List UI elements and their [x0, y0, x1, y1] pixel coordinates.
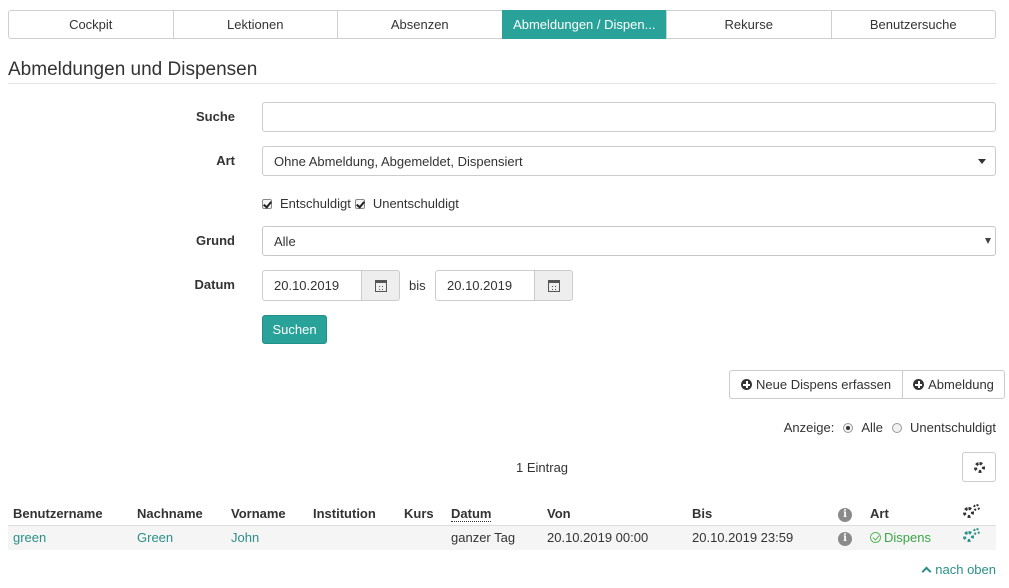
datum-label: Datum: [194, 277, 235, 292]
tab-lektionen[interactable]: Lektionen: [172, 10, 338, 39]
entschuldigt-checkbox[interactable]: [262, 198, 272, 209]
table-header-row: Benutzername Nachname Vorname Institutio…: [8, 502, 996, 526]
search-input[interactable]: [262, 102, 996, 132]
cell-art: Dispens: [865, 525, 958, 550]
nachname-link[interactable]: Green: [137, 530, 173, 545]
cell-institution: [308, 525, 399, 550]
col-art[interactable]: Art: [865, 502, 958, 526]
date-to-group: 20.10.2019: [435, 270, 573, 301]
abmeldung-label: Abmeldung: [928, 377, 994, 392]
table-row: green Green John ganzer Tag 20.10.2019 0…: [8, 525, 996, 550]
cell-datum: ganzer Tag: [446, 525, 542, 550]
date-from-picker-button[interactable]: [362, 270, 400, 301]
back-to-top-label: nach oben: [935, 562, 996, 577]
cell-benutzername[interactable]: green: [8, 525, 132, 550]
vorname-link[interactable]: John: [231, 530, 259, 545]
grund-select[interactable]: Alle: [262, 226, 996, 256]
tab-benutzersuche[interactable]: Benutzersuche: [830, 10, 996, 39]
neue-dispens-label: Neue Dispens erfassen: [756, 377, 892, 392]
table-settings-button[interactable]: [962, 452, 996, 482]
gear-icon: [973, 461, 985, 473]
cell-vorname[interactable]: John: [226, 525, 308, 550]
page-title: Abmeldungen und Dispensen: [8, 59, 258, 80]
absence-filter-checkboxes: Entschuldigt Unentschuldigt: [262, 196, 459, 211]
title-divider: [8, 83, 996, 84]
anzeige-filter: Anzeige: Alle Unentschuldigt: [784, 420, 996, 435]
back-to-top-link[interactable]: nach oben: [921, 562, 996, 577]
col-info: i: [833, 502, 865, 526]
col-datum[interactable]: Datum: [446, 502, 542, 526]
col-actions: [958, 502, 996, 526]
results-table: Benutzername Nachname Vorname Institutio…: [8, 502, 996, 550]
anzeige-unentschuldigt-radio[interactable]: [892, 422, 902, 433]
suchen-button[interactable]: Suchen: [262, 315, 327, 344]
row-actions-cogs-icon[interactable]: [963, 528, 980, 543]
col-von[interactable]: Von: [542, 502, 687, 526]
info-icon[interactable]: i: [838, 532, 852, 547]
anzeige-label: Anzeige:: [783, 420, 835, 435]
art-multiselect[interactable]: Ohne Abmeldung, Abgemeldet, Dispensiert: [262, 146, 996, 176]
chevron-up-icon: [921, 566, 932, 577]
cell-bis: 20.10.2019 23:59: [687, 525, 833, 550]
cell-actions[interactable]: [958, 525, 996, 550]
cell-nachname[interactable]: Green: [132, 525, 226, 550]
caret-down-icon: [978, 159, 986, 164]
cell-von: 20.10.2019 00:00: [542, 525, 687, 550]
tab-rekurse[interactable]: Rekurse: [666, 10, 832, 39]
art-selected-value: Ohne Abmeldung, Abgemeldet, Dispensiert: [274, 153, 523, 169]
action-button-group: Neue Dispens erfassen Abmeldung: [729, 370, 1005, 399]
tab-absenzen[interactable]: Absenzen: [337, 10, 503, 39]
art-value: Dispens: [884, 530, 931, 546]
cell-info[interactable]: i: [833, 525, 865, 550]
plus-circle-icon: [913, 379, 925, 390]
col-benutzername[interactable]: Benutzername: [8, 502, 132, 526]
tab-abmeldungen-dispensen[interactable]: Abmeldungen / Dispen...: [501, 10, 667, 39]
anzeige-unentschuldigt-label: Unentschuldigt: [910, 420, 996, 435]
anzeige-alle-radio[interactable]: [843, 422, 854, 433]
grund-label: Grund: [196, 233, 235, 248]
bis-label: bis: [409, 278, 426, 293]
anzeige-alle-label: Alle: [861, 420, 883, 435]
neue-dispens-button[interactable]: Neue Dispens erfassen: [729, 370, 904, 399]
tab-bar: Cockpit Lektionen Absenzen Abmeldungen /…: [8, 10, 996, 39]
date-to-input[interactable]: 20.10.2019: [435, 270, 535, 301]
select-arrow-icon: [985, 238, 991, 244]
date-from-input[interactable]: 20.10.2019: [262, 270, 362, 301]
date-to-picker-button[interactable]: [535, 270, 573, 301]
cell-kurs: [399, 525, 446, 550]
col-bis[interactable]: Bis: [687, 502, 833, 526]
unentschuldigt-label: Unentschuldigt: [372, 196, 459, 211]
cogs-icon: [963, 503, 980, 518]
unentschuldigt-checkbox[interactable]: [354, 198, 365, 209]
col-nachname[interactable]: Nachname: [132, 502, 226, 526]
col-vorname[interactable]: Vorname: [226, 502, 308, 526]
abmeldung-button[interactable]: Abmeldung: [903, 370, 1005, 399]
result-count: 1 Eintrag: [516, 460, 569, 475]
col-institution[interactable]: Institution: [308, 502, 399, 526]
calendar-icon: [547, 279, 560, 292]
tab-cockpit[interactable]: Cockpit: [8, 10, 174, 39]
info-icon: i: [838, 507, 852, 522]
col-kurs[interactable]: Kurs: [399, 502, 446, 526]
suche-label: Suche: [195, 109, 235, 124]
benutzername-link[interactable]: green: [13, 530, 46, 545]
col-datum-label: Datum: [451, 505, 492, 522]
date-from-group: 20.10.2019: [262, 270, 400, 301]
art-label: Art: [216, 153, 235, 168]
plus-circle-icon: [741, 379, 752, 390]
entschuldigt-label: Entschuldigt: [280, 196, 351, 211]
calendar-icon: [374, 279, 387, 292]
check-circle-icon: [870, 532, 881, 544]
grund-selected-value: Alle: [274, 233, 296, 249]
